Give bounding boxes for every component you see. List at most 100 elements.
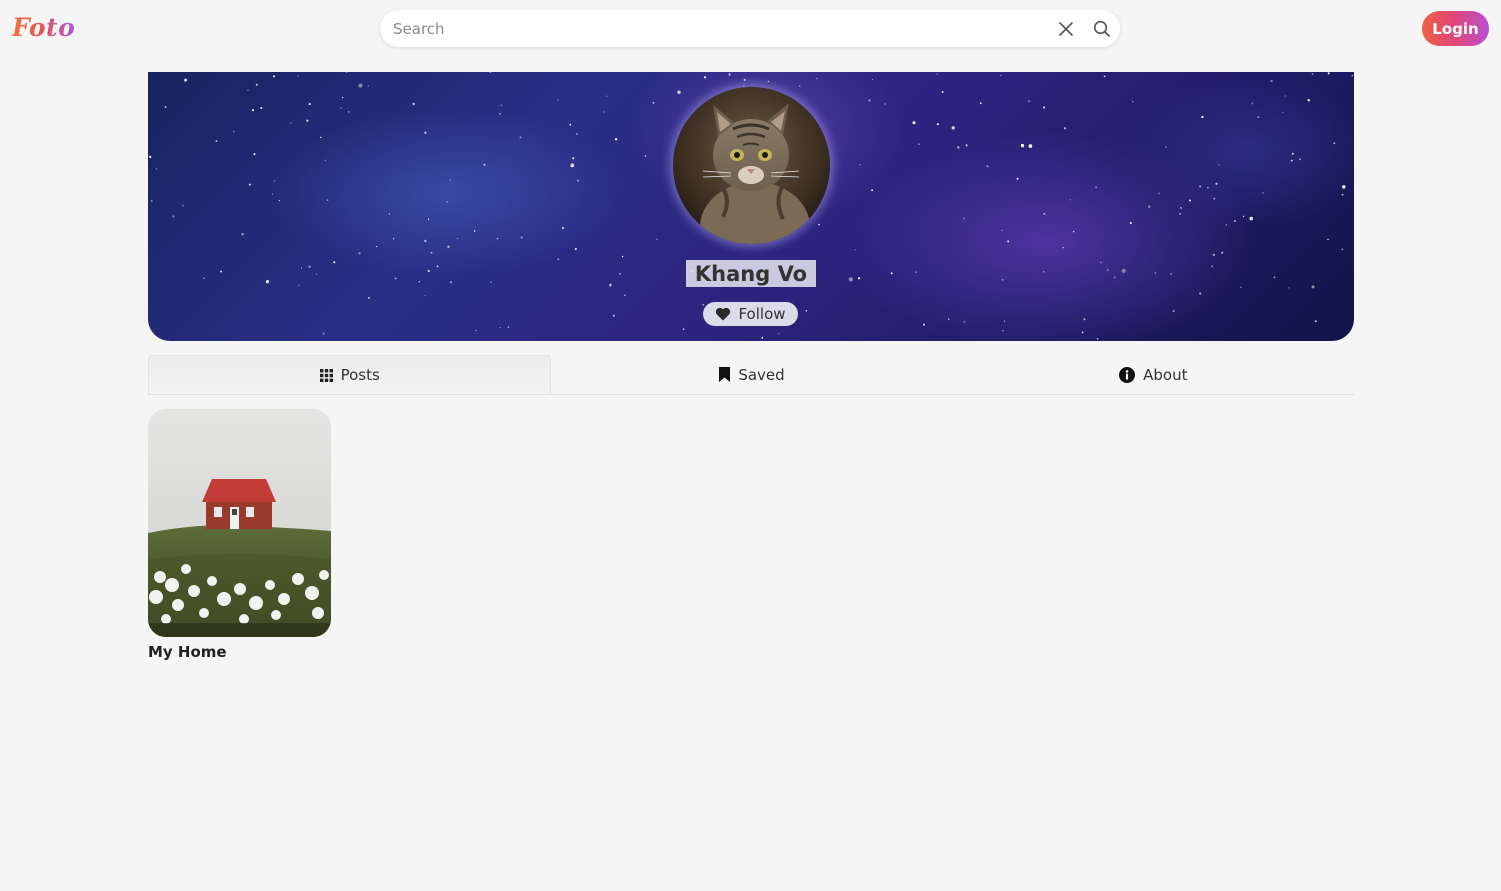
- tab-label: Posts: [340, 366, 380, 384]
- search-button[interactable]: [1084, 10, 1120, 47]
- star: [818, 223, 820, 226]
- star: [624, 294, 626, 297]
- star: [621, 255, 624, 258]
- star: [884, 103, 886, 105]
- star: [871, 189, 874, 192]
- star: [702, 304, 705, 306]
- star: [1027, 100, 1031, 103]
- star: [1342, 185, 1346, 189]
- star: [761, 336, 764, 339]
- star: [172, 215, 175, 218]
- grid-icon: [319, 368, 333, 382]
- star: [315, 273, 318, 275]
- star: [1327, 72, 1330, 75]
- star: [375, 245, 378, 248]
- star: [1001, 278, 1004, 281]
- star: [324, 159, 327, 162]
- profile-cover-banner: Khang Vo Follow: [148, 72, 1354, 341]
- post-thumbnail-image[interactable]: [148, 409, 331, 637]
- star: [430, 251, 433, 254]
- star: [609, 284, 612, 287]
- login-button[interactable]: Login: [1422, 11, 1489, 46]
- star: [572, 157, 575, 160]
- star: [1121, 268, 1126, 273]
- heart-icon: [716, 307, 731, 321]
- star: [520, 236, 523, 239]
- star: [181, 204, 184, 207]
- star: [1083, 318, 1086, 321]
- star: [871, 78, 874, 81]
- star: [1314, 320, 1317, 323]
- star: [260, 106, 263, 110]
- star: [1307, 99, 1310, 102]
- star: [979, 102, 982, 105]
- star: [447, 245, 450, 248]
- star: [1249, 216, 1254, 221]
- star: [1129, 221, 1132, 225]
- star: [306, 119, 309, 122]
- star: [220, 270, 223, 273]
- star: [424, 294, 426, 297]
- star: [1165, 146, 1167, 148]
- star: [450, 281, 453, 284]
- star: [859, 164, 861, 166]
- post-card[interactable]: My Home: [148, 409, 331, 661]
- tab-posts[interactable]: Posts: [148, 355, 552, 394]
- star: [1225, 224, 1228, 226]
- star: [500, 104, 503, 107]
- star: [388, 213, 390, 215]
- clear-search-button[interactable]: [1048, 10, 1084, 47]
- star: [576, 179, 580, 182]
- star: [427, 218, 430, 220]
- star: [912, 121, 916, 125]
- cat-avatar-image: [673, 87, 830, 244]
- star: [1215, 182, 1218, 185]
- star: [1103, 75, 1106, 78]
- profile-tabs: Posts Saved About: [148, 355, 1354, 395]
- star: [656, 238, 658, 241]
- star: [427, 269, 430, 273]
- star: [272, 75, 276, 78]
- star: [1154, 272, 1157, 274]
- star: [963, 217, 965, 219]
- star: [499, 113, 501, 115]
- star: [1001, 229, 1003, 232]
- star: [475, 329, 477, 332]
- app-logo[interactable]: Foto: [12, 12, 75, 44]
- star: [418, 281, 420, 283]
- star: [322, 332, 325, 335]
- star: [412, 102, 415, 106]
- star: [1351, 75, 1354, 77]
- star: [341, 96, 344, 99]
- bookmark-icon: [719, 367, 731, 382]
- star: [326, 199, 329, 202]
- star: [473, 230, 476, 232]
- star: [392, 238, 395, 240]
- star: [854, 249, 856, 251]
- star: [570, 163, 575, 168]
- star: [1169, 272, 1173, 276]
- post-title[interactable]: My Home: [148, 643, 331, 661]
- star: [149, 155, 152, 158]
- star: [619, 273, 621, 275]
- star: [424, 131, 427, 134]
- star: [890, 272, 893, 275]
- tab-saved[interactable]: Saved: [551, 355, 952, 394]
- star: [682, 328, 685, 330]
- star: [155, 167, 158, 170]
- star: [248, 183, 251, 186]
- star: [273, 180, 276, 182]
- star: [164, 106, 167, 108]
- search-input[interactable]: [380, 10, 1048, 47]
- star: [575, 132, 578, 136]
- star: [1311, 285, 1315, 289]
- star: [743, 78, 746, 81]
- star: [561, 226, 565, 230]
- star: [963, 320, 966, 324]
- star: [449, 179, 452, 181]
- star: [936, 123, 939, 126]
- star: [367, 85, 370, 87]
- tab-about[interactable]: About: [953, 355, 1354, 394]
- follow-button[interactable]: Follow: [703, 302, 798, 326]
- star: [557, 99, 559, 101]
